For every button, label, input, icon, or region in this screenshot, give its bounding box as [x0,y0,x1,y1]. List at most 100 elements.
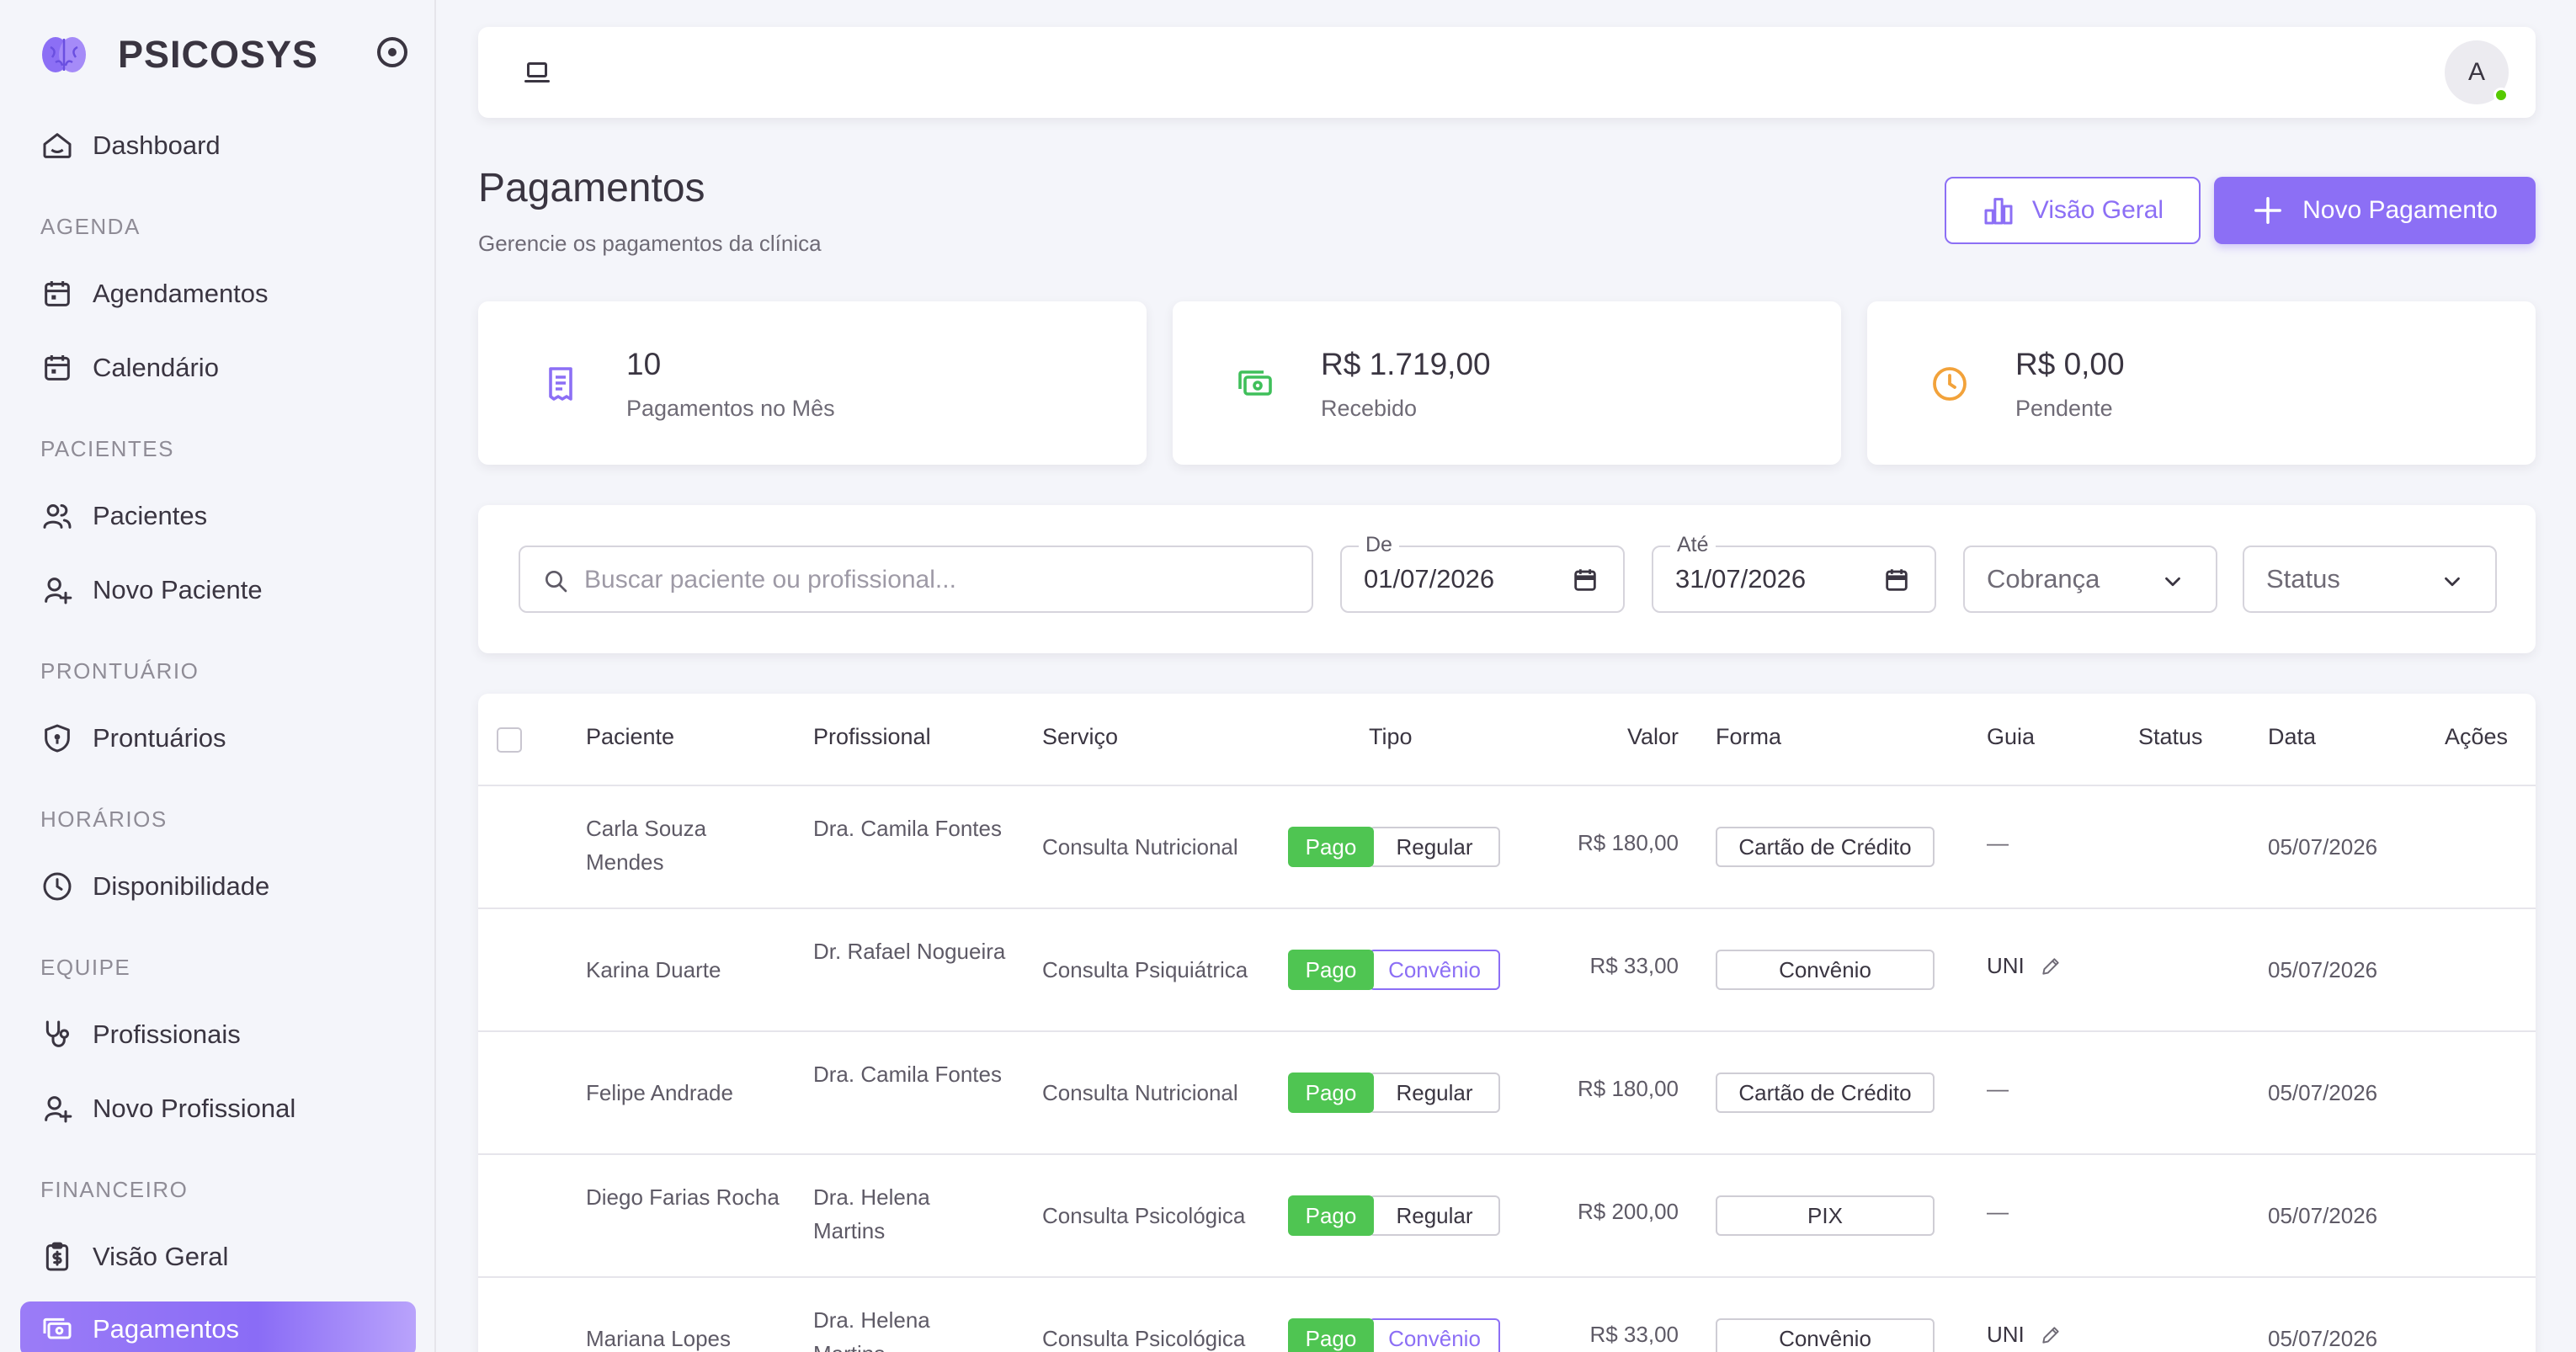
section-agenda: AGENDA [40,214,141,239]
sidebar-item-visao-geral[interactable]: Visão Geral [20,1229,416,1285]
sidebar-item-label: Disponibilidade [93,871,270,901]
column-header[interactable]: Tipo [1369,724,1413,750]
billing-select[interactable]: Cobrança [1963,546,2217,613]
sidebar-item-pagamentos[interactable]: Pagamentos [20,1301,416,1352]
sidebar-item-agendamentos[interactable]: Agendamentos [20,266,416,322]
column-header[interactable]: Serviço [1042,724,1118,750]
professional-cell: Dr. Rafael Nogueira [813,939,1006,964]
sidebar-item-label: Visão Geral [93,1242,229,1271]
status-select[interactable]: Status [2243,546,2497,613]
date-cell: 05/07/2026 [2268,1080,2378,1105]
table-row[interactable]: Felipe Andrade Dra. Camila Fontes Consul… [478,1032,2536,1155]
new-payment-button[interactable]: Novo Pagamento [2214,177,2536,244]
sidebar-item-novo-profissional[interactable]: Novo Profissional [20,1081,416,1136]
table-row[interactable]: Karina Duarte Dr. Rafael Nogueira Consul… [478,909,2536,1032]
stat-label: Pagamentos no Mês [626,396,835,421]
guide-value: UNI [1987,953,2025,978]
users-icon [43,504,72,529]
patient-cell: Carla Souza Mendes [586,816,707,875]
service-cell: Consulta Psicológica [1042,1203,1246,1228]
value-cell: R$ 180,00 [1578,830,1679,855]
date-cell: 05/07/2026 [2268,834,2378,860]
brand[interactable]: PSICOSYS [40,30,318,79]
top-bar: A [478,27,2536,118]
avatar[interactable]: A [2445,40,2509,104]
table-row[interactable]: Carla Souza Mendes Dra. Camila Fontes Co… [478,786,2536,909]
stat-card-received: R$ 1.719,00 Recebido [1173,301,1841,465]
new-payment-button-label: Novo Pagamento [2302,196,2498,224]
column-header[interactable]: Paciente [586,724,674,750]
section-prontuario: PRONTUÁRIO [40,658,200,684]
search-box[interactable] [519,546,1313,613]
value-cell: R$ 180,00 [1578,1076,1679,1101]
column-header[interactable]: Data [2268,724,2316,750]
stat-label: Pendente [2015,396,2113,421]
patient-cell: Mariana Lopes [586,1326,731,1351]
sidebar-item-disponibilidade[interactable]: Disponibilidade [20,859,416,914]
select-all-checkbox[interactable] [497,727,522,753]
patient-cell: Karina Duarte [586,957,721,982]
page-title: Pagamentos [478,166,705,210]
calendar-icon[interactable] [1571,566,1599,594]
calendar-icon[interactable] [1882,566,1911,594]
stat-value: R$ 0,00 [2015,347,2125,381]
table-row[interactable]: Mariana Lopes Dra. Helena Martins Consul… [478,1278,2536,1352]
brain-logo-icon [42,37,86,72]
status-badge: Pago [1288,827,1374,867]
laptop-icon[interactable] [520,57,554,88]
value-cell: R$ 33,00 [1589,1322,1679,1347]
section-horarios: HORÁRIOS [40,806,168,832]
professional-cell: Dra. Helena Martins [813,1307,930,1352]
brand-name: PSICOSYS [118,33,319,76]
user-plus-icon [45,1096,72,1123]
clipboard-dollar-icon [45,1242,69,1271]
column-header[interactable]: Profissional [813,724,931,750]
table-row[interactable]: Diego Farias Rocha Dra. Helena Martins C… [478,1155,2536,1278]
sidebar-item-label: Pacientes [93,501,208,530]
guide-cell: — [1987,1199,2009,1225]
search-input[interactable] [584,559,1291,601]
user-plus-icon [45,578,72,604]
bar-chart-icon [1984,198,2013,225]
guide-cell: UNI [1987,953,2062,979]
sidebar-item-dashboard[interactable]: Dashboard [20,118,416,173]
column-header[interactable]: Forma [1716,724,1781,750]
sidebar-item-label: Novo Paciente [93,575,263,604]
patient-cell: Felipe Andrade [586,1080,733,1105]
payments-table: Paciente Profissional Serviço Tipo Valor… [478,694,2536,1352]
status-select-value: Status [2266,564,2340,593]
sidebar-item-label: Calendário [93,353,219,382]
section-pacientes: PACIENTES [40,436,174,461]
method-chip: Cartão de Crédito [1716,827,1935,867]
method-chip: Cartão de Crédito [1716,1073,1935,1113]
date-to-field[interactable]: Até 31/07/2026 [1652,533,1936,613]
receipt-icon [549,367,572,401]
section-financeiro: FINANCEIRO [40,1177,189,1202]
sidebar-item-profissionais[interactable]: Profissionais [20,1007,416,1062]
column-header[interactable]: Status [2138,724,2203,750]
status-badge: Pago [1288,950,1374,990]
sidebar-collapse-toggle[interactable] [377,37,407,67]
section-equipe: EQUIPE [40,955,131,980]
sidebar-item-prontuarios[interactable]: Prontuários [20,711,416,766]
column-header[interactable]: Valor [1627,724,1679,750]
pencil-icon[interactable] [2040,1324,2062,1346]
stat-value: R$ 1.719,00 [1321,347,1491,381]
pencil-icon[interactable] [2040,955,2062,977]
professional-cell: Dra. Helena Martins [813,1184,930,1243]
overview-button[interactable]: Visão Geral [1945,177,2201,244]
stat-label: Recebido [1321,396,1418,421]
sidebar-item-novo-paciente[interactable]: Novo Paciente [20,562,416,618]
sidebar-item-calendario[interactable]: Calendário [20,340,416,396]
status-badge: Pago [1288,1073,1374,1113]
service-cell: Consulta Nutricional [1042,1080,1238,1105]
online-status-dot [2494,88,2509,103]
sidebar-item-pacientes[interactable]: Pacientes [20,488,416,544]
guide-cell: — [1987,830,2009,856]
column-header[interactable]: Guia [1987,724,2035,750]
date-from-field[interactable]: De 01/07/2026 [1340,533,1625,613]
guide-cell: UNI [1987,1322,2062,1348]
sidebar-item-label: Prontuários [93,723,226,753]
page-subtitle: Gerencie os pagamentos da clínica [478,231,822,256]
stat-card-pending: R$ 0,00 Pendente [1867,301,2536,465]
